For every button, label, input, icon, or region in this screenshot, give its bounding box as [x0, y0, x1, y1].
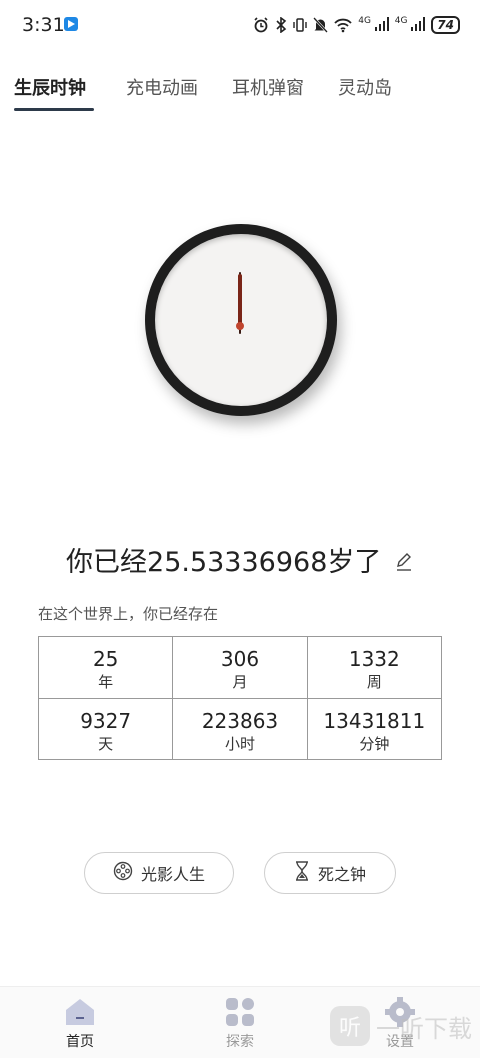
- stat-value: 13431811: [323, 709, 426, 733]
- age-value: 25.53336968: [147, 547, 328, 578]
- death-clock-button[interactable]: 死之钟: [264, 852, 396, 894]
- stat-months: 306 月: [172, 637, 306, 698]
- stat-unit: 分钟: [359, 735, 390, 753]
- tab-birth-clock[interactable]: 生辰时钟: [14, 74, 86, 100]
- nav-explore[interactable]: 探索: [200, 995, 280, 1051]
- edit-icon[interactable]: [394, 548, 414, 579]
- status-icons: 4G 4G 74: [253, 14, 460, 36]
- stats-row: 9327 天 223863 小时 13431811 分钟: [39, 698, 441, 759]
- stat-unit: 小时: [224, 735, 255, 753]
- death-clock-label: 死之钟: [317, 865, 366, 884]
- stats-table: 25 年 306 月 1332 周 9327 天 223863 小时 13431…: [38, 636, 442, 760]
- stat-unit: 月: [232, 673, 248, 691]
- signal-icon: 4G: [395, 17, 426, 33]
- status-time: 3:31: [22, 14, 65, 36]
- stat-value: 1332: [348, 647, 400, 671]
- tab-earphone-popup[interactable]: 耳机弹窗: [232, 74, 304, 100]
- stat-hours: 223863 小时: [172, 699, 306, 759]
- status-bar: 3:31 4G 4G 74: [0, 0, 480, 52]
- signal-label: 4G: [358, 16, 371, 26]
- stat-value: 25: [92, 647, 119, 671]
- tab-dynamic-island[interactable]: 灵动岛: [338, 74, 392, 100]
- nav-home[interactable]: 首页: [40, 995, 120, 1051]
- watermark-logo: 听: [330, 1006, 370, 1046]
- clock-center-dot: [236, 322, 244, 330]
- nav-home-label: 首页: [66, 1034, 94, 1050]
- stat-weeks: 1332 周: [306, 637, 441, 698]
- battery-level: 74: [437, 18, 454, 32]
- age-suffix: 岁了: [327, 547, 382, 578]
- stat-unit: 天: [98, 735, 114, 753]
- light-life-button[interactable]: 光影人生: [84, 852, 234, 894]
- stat-unit: 周: [366, 673, 382, 691]
- stats-row: 25 年 306 月 1332 周: [39, 637, 441, 698]
- stat-minutes: 13431811 分钟: [306, 699, 441, 759]
- watermark: 听 一听下载: [330, 1006, 472, 1046]
- mute-icon: [313, 17, 329, 33]
- tab-bar: 生辰时钟 充电动画 耳机弹窗 灵动岛: [0, 68, 480, 114]
- nav-explore-label: 探索: [226, 1034, 254, 1050]
- stat-unit: 年: [98, 673, 114, 691]
- hourglass-icon: [294, 861, 310, 885]
- alarm-icon: [253, 17, 269, 33]
- age-display: 你已经25.53336968岁了: [0, 540, 480, 579]
- stat-value: 223863: [201, 709, 279, 733]
- tab-active-indicator: [14, 108, 94, 111]
- stat-value: 9327: [80, 709, 132, 733]
- app-notification-icon: [64, 17, 78, 31]
- vibrate-icon: [293, 17, 307, 33]
- signal-icon: 4G: [358, 17, 389, 33]
- bluetooth-icon: [275, 17, 287, 33]
- wifi-icon: [334, 17, 352, 33]
- battery-icon: 74: [431, 16, 460, 34]
- watermark-text: 一听下载: [376, 1014, 472, 1043]
- film-reel-icon: [113, 861, 133, 885]
- grid-icon: [226, 998, 254, 1026]
- stat-days: 9327 天: [39, 699, 172, 759]
- stat-years: 25 年: [39, 637, 172, 698]
- exist-caption: 在这个世界上，你已经存在: [38, 605, 219, 623]
- tab-charging-animation[interactable]: 充电动画: [126, 74, 198, 100]
- home-icon: [66, 999, 94, 1025]
- stat-value: 306: [220, 647, 260, 671]
- age-prefix: 你已经: [66, 547, 148, 578]
- light-life-label: 光影人生: [140, 865, 205, 884]
- signal-label: 4G: [394, 16, 408, 26]
